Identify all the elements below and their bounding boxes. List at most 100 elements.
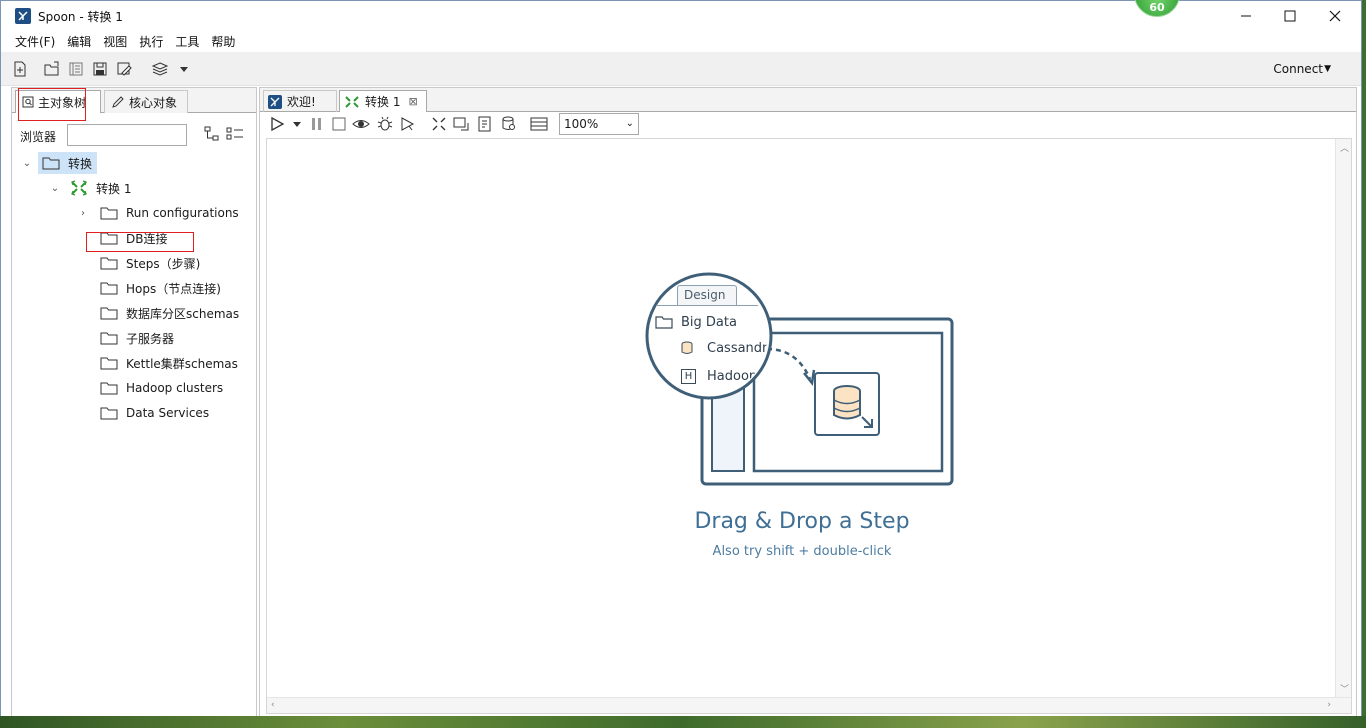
bug-icon	[377, 116, 393, 131]
impact-button[interactable]	[452, 115, 470, 133]
chevron-down-icon[interactable]: ⌄	[626, 118, 634, 129]
tab-core-objects[interactable]: 核心对象	[104, 90, 188, 113]
editor-tabs: 欢迎! 转换 1 ⊠	[260, 88, 1356, 112]
tree-item-steps[interactable]: Steps（步骤)	[76, 252, 200, 274]
menu-help[interactable]: 帮助	[205, 33, 241, 50]
debug-button[interactable]	[376, 115, 394, 133]
new-file-button[interactable]	[11, 60, 29, 78]
left-panel: 主对象树 核心对象 浏览器 ⌄ 转换 ⌄ 转换 1 › Run configur…	[11, 87, 257, 717]
explore-repository-button[interactable]	[67, 60, 85, 78]
tree-node-transform[interactable]: ⌄ 转换 1	[48, 177, 131, 199]
eye-icon	[352, 120, 370, 128]
list-icon	[226, 127, 243, 140]
tree-item-data-services[interactable]: Data Services	[76, 402, 209, 424]
connect-button[interactable]: Connect	[1273, 62, 1323, 76]
tab-welcome[interactable]: 欢迎!	[263, 90, 337, 112]
tree-item-label: Run configurations	[126, 206, 239, 220]
sql-script-icon	[478, 116, 491, 132]
browser-search-input[interactable]	[67, 124, 187, 146]
run-options-dropdown[interactable]	[288, 115, 306, 133]
menu-view[interactable]: 视图	[97, 33, 133, 50]
preview-button[interactable]	[352, 115, 370, 133]
tree-structure-icon	[204, 126, 219, 141]
horizontal-scrollbar[interactable]: ‹ ›	[267, 697, 1351, 713]
drag-drop-subtitle: Also try shift + double-click	[712, 544, 892, 559]
collapse-tree-button[interactable]	[226, 126, 244, 145]
tree-item-slave-servers[interactable]: 子服务器	[76, 327, 174, 349]
spoon-logo-icon	[268, 94, 282, 109]
big-data-label: Big Data	[681, 315, 737, 330]
open-file-button[interactable]	[43, 60, 61, 78]
scroll-down-icon[interactable]: ﹀	[1340, 682, 1349, 695]
tree-node-root[interactable]: ⌄ 转换	[20, 152, 98, 174]
tree-root-selection: 转换	[38, 152, 98, 174]
layers-button[interactable]	[151, 60, 169, 78]
spoon-logo-icon	[15, 8, 31, 24]
tree-item-hadoop-clusters[interactable]: Hadoop clusters	[76, 377, 223, 399]
maximize-button[interactable]	[1267, 1, 1313, 31]
hadoop-label: Hadoop	[707, 369, 758, 384]
folder-icon	[100, 257, 118, 270]
sql-button[interactable]	[476, 115, 494, 133]
play-icon	[271, 116, 285, 132]
tree-item-label: 数据库分区schemas	[126, 306, 240, 321]
expand-tree-button[interactable]	[204, 126, 220, 145]
close-tab-icon[interactable]: ⊠	[408, 95, 417, 108]
folder-icon	[655, 316, 673, 329]
tab-welcome-label: 欢迎!	[287, 95, 316, 109]
tree-item-hops[interactable]: Hops（节点连接)	[76, 277, 221, 299]
caret-down-icon	[180, 67, 188, 72]
design-tab-label: Design	[677, 285, 737, 305]
pause-icon	[312, 118, 321, 130]
connect-caret-icon[interactable]: ▼	[1324, 64, 1331, 74]
explore-db-button[interactable]	[500, 115, 518, 133]
run-button[interactable]	[268, 115, 286, 133]
replay-icon	[401, 117, 415, 131]
chevron-down-icon[interactable]: ⌄	[20, 158, 34, 169]
layers-dropdown-button[interactable]	[175, 60, 193, 78]
menu-tools[interactable]: 工具	[169, 33, 205, 50]
transformation-icon	[345, 95, 359, 108]
chevron-down-icon[interactable]: ⌄	[48, 183, 62, 194]
replay-button[interactable]	[398, 115, 416, 133]
menu-edit[interactable]: 编辑	[61, 33, 97, 50]
pencil-icon	[112, 96, 124, 108]
results-panel-icon	[530, 117, 548, 131]
verify-button[interactable]	[430, 115, 448, 133]
vertical-scrollbar[interactable]: ︿ ﹀	[1335, 139, 1351, 713]
transformation-canvas[interactable]: Design Big Data Cassandr H Hadoop Drag &…	[266, 138, 1352, 714]
new-file-icon	[14, 61, 26, 77]
zoom-select[interactable]: 100% ⌄	[559, 113, 639, 135]
window-title: Spoon - 转换 1	[38, 9, 123, 24]
scroll-right-icon[interactable]: ›	[1327, 700, 1331, 710]
save-button[interactable]	[91, 60, 109, 78]
menu-run[interactable]: 执行	[133, 33, 169, 50]
pause-button[interactable]	[308, 115, 326, 133]
save-as-button[interactable]	[115, 60, 133, 78]
stop-icon	[332, 117, 346, 131]
folder-icon	[42, 157, 60, 170]
menu-bar: 文件(F) 编辑 视图 执行 工具 帮助	[1, 31, 1361, 52]
menu-file[interactable]: 文件(F)	[9, 33, 61, 50]
folder-icon	[100, 207, 118, 220]
caret-down-icon	[293, 122, 301, 127]
chevron-right-icon[interactable]: ›	[76, 208, 90, 219]
tab-transform[interactable]: 转换 1 ⊠	[339, 90, 427, 112]
cassandra-icon	[681, 341, 693, 354]
layers-icon	[151, 62, 169, 76]
stop-button[interactable]	[330, 115, 348, 133]
zoom-value: 100%	[564, 117, 599, 131]
close-button[interactable]	[1312, 1, 1358, 31]
folder-icon	[100, 382, 118, 395]
show-results-button[interactable]	[530, 115, 548, 133]
scroll-left-icon[interactable]: ‹	[271, 700, 275, 710]
minimize-button[interactable]	[1223, 1, 1269, 31]
scroll-up-icon[interactable]: ︿	[1340, 141, 1349, 154]
editor-panel: 欢迎! 转换 1 ⊠ 100% ⌄ Design Big Data Cassan…	[259, 87, 1357, 717]
save-icon	[93, 62, 107, 76]
folder-icon	[100, 407, 118, 420]
tree-item-partition-schemas[interactable]: 数据库分区schemas	[76, 302, 239, 324]
impact-icon	[453, 117, 469, 131]
tree-item-run-configurations[interactable]: › Run configurations	[76, 202, 239, 224]
tree-item-cluster-schemas[interactable]: Kettle集群schemas	[76, 352, 238, 374]
